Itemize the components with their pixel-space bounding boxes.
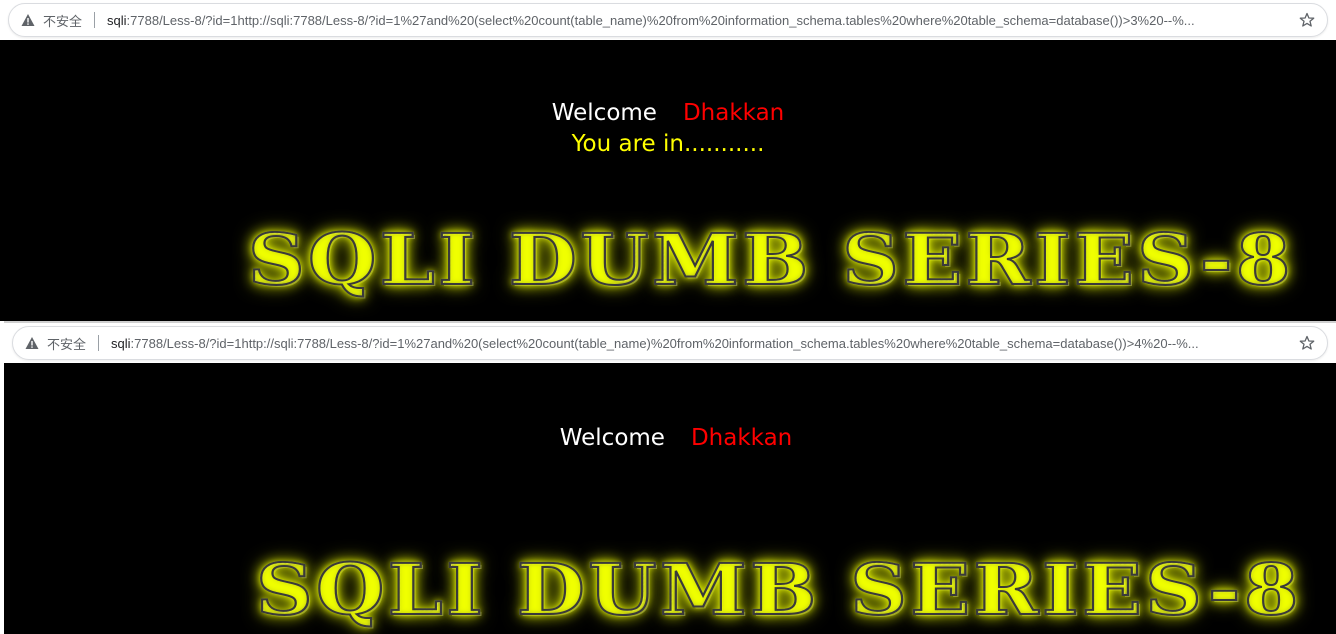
user-name: Dhakkan: [690, 425, 793, 451]
series-banner: SQLI DUMB SERIES-8: [247, 217, 1294, 302]
browser-window-bottom: 不安全 sqli:7788/Less-8/?id=1http://sqli:77…: [4, 321, 1336, 634]
url-host: sqli: [107, 12, 127, 28]
url-host: sqli: [111, 335, 131, 351]
url-field[interactable]: sqli:7788/Less-8/?id=1http://sqli:7788/L…: [111, 336, 1287, 351]
banner-text: SQLI DUMB SERIES-8: [247, 217, 1294, 302]
status-message: You are in...........: [571, 131, 765, 157]
address-bar-container: 不安全 sqli:7788/Less-8/?id=1http://sqli:77…: [0, 0, 1336, 40]
page-content: Welcome Dhakkan SQLI DUMB SERIES-8: [4, 363, 1336, 634]
url-rest: :7788/Less-8/?id=1http://sqli:7788/Less-…: [130, 335, 1199, 351]
page-content: Welcome Dhakkan You are in........... SQL…: [0, 40, 1336, 321]
url-rest: :7788/Less-8/?id=1http://sqli:7788/Less-…: [126, 12, 1195, 28]
address-bar-container: 不安全 sqli:7788/Less-8/?id=1http://sqli:77…: [4, 323, 1336, 363]
omnibox-divider: [94, 12, 96, 28]
url-field[interactable]: sqli:7788/Less-8/?id=1http://sqli:7788/L…: [107, 13, 1287, 28]
star-icon[interactable]: [1299, 12, 1315, 28]
welcome-line: Welcome Dhakkan: [16, 425, 1336, 451]
star-icon[interactable]: [1299, 335, 1315, 351]
security-label[interactable]: 不安全: [47, 334, 86, 353]
user-name: Dhakkan: [682, 100, 785, 126]
welcome-text: Welcome: [559, 425, 665, 451]
warning-triangle-icon[interactable]: [21, 13, 35, 27]
security-label[interactable]: 不安全: [43, 11, 82, 30]
welcome-text: Welcome: [551, 100, 657, 126]
omnibox-divider: [98, 335, 100, 351]
warning-triangle-icon[interactable]: [25, 336, 39, 350]
series-banner: SQLI DUMB SERIES-8: [255, 547, 1302, 632]
welcome-line: Welcome Dhakkan: [0, 100, 1336, 126]
omnibox[interactable]: 不安全 sqli:7788/Less-8/?id=1http://sqli:77…: [8, 3, 1328, 37]
banner-text: SQLI DUMB SERIES-8: [255, 547, 1302, 632]
omnibox[interactable]: 不安全 sqli:7788/Less-8/?id=1http://sqli:77…: [12, 326, 1328, 360]
browser-window-top: 不安全 sqli:7788/Less-8/?id=1http://sqli:77…: [0, 0, 1336, 321]
